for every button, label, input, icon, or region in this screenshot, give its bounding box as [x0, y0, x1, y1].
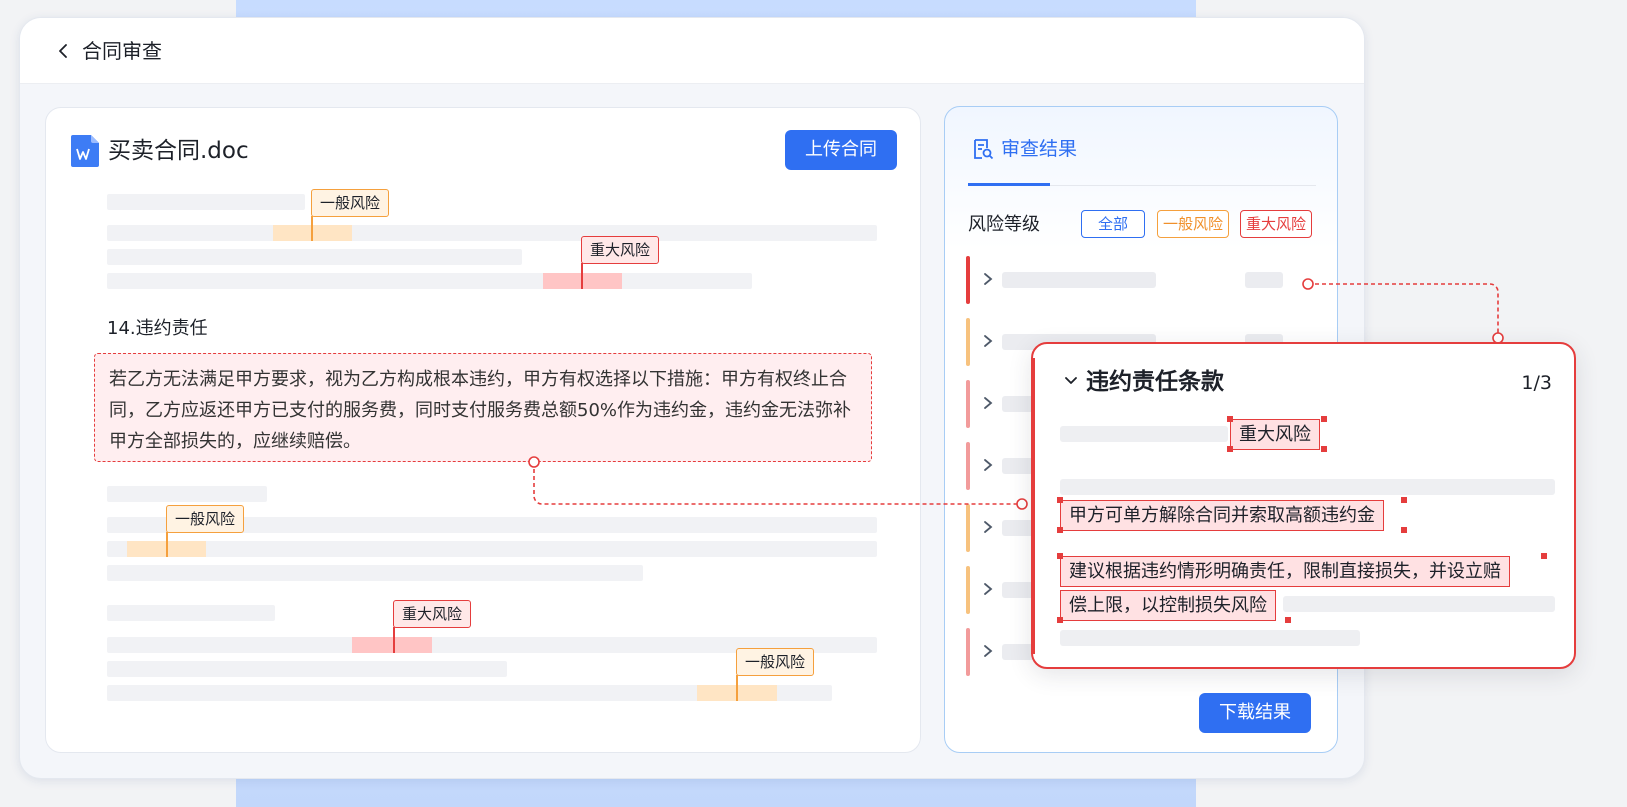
window-header: 合同审查	[20, 18, 1364, 84]
risk-level-bar	[966, 442, 970, 490]
chevron-right-icon[interactable]	[982, 334, 994, 348]
selection-handle	[1057, 553, 1063, 559]
popup-risk-tag: 重大风险	[1230, 419, 1320, 450]
document-panel: 买卖合同.doc 上传合同 一般风险 重大风险 14.违约责任 若乙方无法满足甲…	[45, 107, 921, 753]
chevron-down-icon[interactable]	[1064, 376, 1078, 386]
text-placeholder	[107, 661, 507, 677]
popup-page-count: 1/3	[1521, 372, 1552, 394]
text-placeholder	[107, 249, 522, 265]
chevron-right-icon[interactable]	[982, 458, 994, 472]
selection-handle	[1227, 416, 1233, 422]
text-placeholder	[107, 486, 267, 502]
risk-tag-general[interactable]: 一般风险	[736, 648, 815, 676]
document-file-name: 买卖合同.doc	[108, 138, 249, 164]
results-title[interactable]: 审查结果	[1001, 135, 1077, 163]
risk-highlight-major[interactable]	[352, 637, 432, 653]
risk-level-bar	[966, 318, 970, 366]
text-placeholder	[1283, 596, 1555, 612]
text-placeholder	[1002, 272, 1156, 288]
review-search-icon	[974, 139, 994, 160]
tag-pointer	[393, 627, 395, 653]
risk-tag-major[interactable]: 重大风险	[581, 236, 660, 264]
selection-handle	[1321, 416, 1327, 422]
selection-handle	[1401, 497, 1407, 503]
risk-level-bar	[966, 380, 970, 428]
risk-level-bar	[966, 504, 970, 552]
filter-all-button[interactable]: 全部	[1081, 210, 1145, 238]
page-title: 合同审查	[82, 39, 162, 63]
text-placeholder	[107, 194, 305, 210]
chevron-right-icon[interactable]	[982, 272, 994, 286]
text-placeholder	[107, 273, 752, 289]
tag-pointer	[581, 263, 583, 289]
selection-handle	[1057, 617, 1063, 623]
text-placeholder	[107, 605, 275, 621]
chevron-right-icon[interactable]	[982, 644, 994, 658]
risk-level-label: 风险等级	[968, 214, 1040, 235]
chevron-right-icon[interactable]	[982, 520, 994, 534]
text-placeholder	[107, 225, 877, 241]
text-placeholder	[107, 565, 643, 581]
text-placeholder	[107, 541, 877, 557]
chevron-right-icon[interactable]	[982, 582, 994, 596]
flagged-clause[interactable]: 若乙方无法满足甲方要求，视为乙方构成根本违约，甲方有权选择以下措施：甲方有权终止…	[94, 353, 872, 462]
tag-pointer	[166, 532, 168, 557]
risk-tag-major[interactable]: 重大风险	[393, 600, 472, 628]
filter-major-risk-button[interactable]: 重大风险	[1240, 210, 1312, 238]
text-placeholder	[1060, 426, 1228, 442]
wps-doc-icon	[71, 135, 99, 167]
popup-issue-text: 甲方可单方解除合同并索取高额违约金	[1060, 500, 1384, 531]
selection-handle	[1285, 617, 1291, 623]
tag-pointer	[736, 675, 738, 701]
risk-level-bar	[966, 256, 970, 304]
text-placeholder	[1060, 630, 1360, 646]
risk-list-item[interactable]	[966, 256, 1316, 304]
download-results-button[interactable]: 下载结果	[1199, 693, 1311, 733]
filter-general-risk-button[interactable]: 一般风险	[1157, 210, 1229, 238]
popup-suggestion-line: 建议根据违约情形明确责任，限制直接损失，并设立赔	[1060, 556, 1510, 587]
popup-accent-bar	[1031, 358, 1035, 654]
selection-handle	[1057, 527, 1063, 533]
popup-title: 违约责任条款	[1086, 369, 1224, 395]
risk-level-bar	[966, 566, 970, 614]
selection-handle	[1321, 446, 1327, 452]
selection-handle	[1401, 527, 1407, 533]
popup-suggestion-line: 偿上限，以控制损失风险	[1060, 590, 1276, 621]
section-heading: 14.违约责任	[107, 318, 208, 339]
selection-handle	[1541, 553, 1547, 559]
active-tab-indicator	[968, 183, 1050, 186]
upload-contract-button[interactable]: 上传合同	[785, 130, 897, 170]
text-placeholder	[1060, 479, 1555, 495]
tag-pointer	[311, 216, 313, 241]
back-arrow-icon[interactable]	[56, 44, 70, 58]
risk-tag-general[interactable]: 一般风险	[311, 189, 390, 217]
risk-level-bar	[966, 628, 970, 676]
chevron-right-icon[interactable]	[982, 396, 994, 410]
selection-handle	[1057, 497, 1063, 503]
selection-handle	[1227, 446, 1233, 452]
clause-detail-popup: 违约责任条款 1/3 重大风险 甲方可单方解除合同并索取高额违约金 建议根据违约…	[1031, 342, 1576, 669]
text-placeholder	[1245, 272, 1283, 288]
risk-tag-general[interactable]: 一般风险	[166, 505, 245, 533]
